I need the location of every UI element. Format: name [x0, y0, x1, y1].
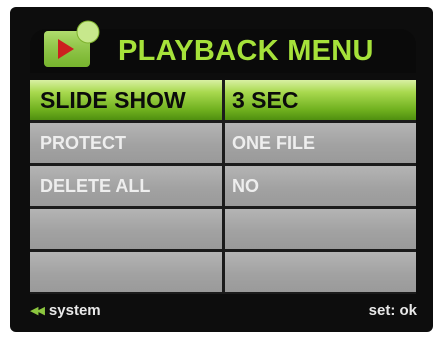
- menu-item-label: [30, 209, 222, 249]
- page-title: PLAYBACK MENU: [118, 35, 374, 67]
- double-left-arrow-icon: ◀◀: [30, 305, 45, 317]
- menu-item-value: NO: [225, 166, 416, 206]
- menu-item-value: [225, 252, 416, 292]
- menu-row-delete-all[interactable]: DELETE ALL NO: [30, 166, 416, 206]
- menu-list: SLIDE SHOW 3 SEC PROTECT ONE FILE DELETE…: [30, 80, 416, 294]
- menu-item-label: SLIDE SHOW: [30, 80, 222, 120]
- back-system-button[interactable]: ◀◀ system: [30, 302, 101, 319]
- set-ok-hint: set: ok: [368, 302, 417, 319]
- menu-row-empty: [30, 252, 416, 292]
- menu-header: PLAYBACK MENU: [30, 20, 416, 73]
- menu-item-value: [225, 209, 416, 249]
- menu-row-slide-show[interactable]: SLIDE SHOW 3 SEC: [30, 80, 416, 120]
- menu-row-protect[interactable]: PROTECT ONE FILE: [30, 123, 416, 163]
- menu-item-label: DELETE ALL: [30, 166, 222, 206]
- menu-item-label: PROTECT: [30, 123, 222, 163]
- menu-item-value: ONE FILE: [225, 123, 416, 163]
- menu-item-value: 3 SEC: [225, 80, 416, 120]
- menu-item-label: [30, 252, 222, 292]
- menu-row-empty: [30, 209, 416, 249]
- footer-back-label: system: [48, 302, 101, 319]
- playback-icon: [44, 20, 100, 67]
